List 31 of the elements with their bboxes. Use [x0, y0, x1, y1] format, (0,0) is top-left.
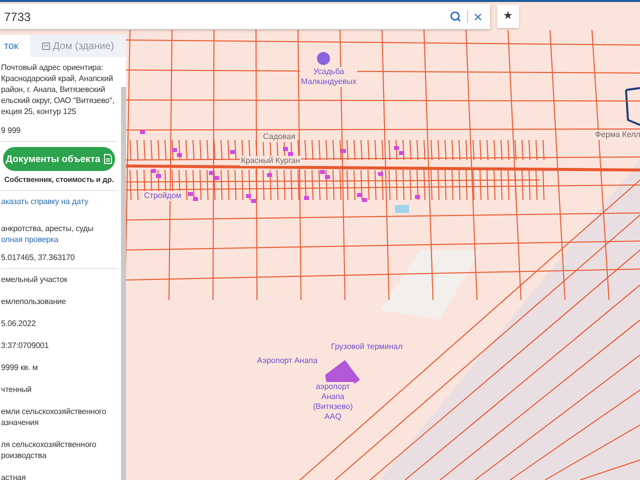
- building-icon: [42, 42, 50, 50]
- field-value: емли сельскохозяйственного азначения: [1, 406, 108, 428]
- field-value: емельный участок: [1, 274, 68, 285]
- address-text: Почтовый адрес ориентира: Краснодарский край, Анапский район, г. Анапа, Витязевский ельский округ, ОАО "Витязево", екция 25, контур 125: [1, 62, 116, 117]
- favorite-button[interactable]: ★: [497, 5, 519, 28]
- documents-button[interactable]: Документы объекта: [3, 147, 115, 171]
- field-value: 3:37:0709001: [1, 340, 50, 351]
- full-check-link[interactable]: олная проверка: [1, 234, 58, 245]
- map-label: Садовая: [262, 132, 296, 142]
- map-label: аэропорт Анапа (Витязево) AAQ: [312, 382, 354, 422]
- map-label: Грузовой терминал: [330, 342, 404, 352]
- map-label: Ферма Келл: [594, 130, 640, 140]
- checks-text: анкротства, аресты, суды: [1, 223, 94, 234]
- pin-icon: [317, 52, 330, 65]
- coordinates-text: 5.017465, 37.363170: [1, 252, 76, 263]
- field-value: чтенный: [1, 384, 33, 395]
- map-label: Красный Курган: [240, 156, 302, 166]
- map-label: Усадьба Малкандуевых: [300, 67, 358, 87]
- field-value: ля сельскохозяйственного роизводства: [1, 439, 98, 461]
- order-link[interactable]: аказать справку на дату: [1, 196, 88, 207]
- search-icon[interactable]: [450, 11, 461, 22]
- field-value: 5.06.2022: [1, 318, 37, 329]
- area-value: 9 999: [1, 125, 22, 136]
- field-value: емлепользование: [1, 296, 67, 307]
- search-field[interactable]: 7733: [0, 4, 490, 29]
- map-label: Стройдом: [143, 191, 182, 201]
- map-label: Аэропорт Анапа: [256, 356, 318, 366]
- field-value: 9999 кв. м: [1, 362, 39, 373]
- field-value: астная: [1, 472, 27, 480]
- close-icon[interactable]: [474, 12, 482, 20]
- document-icon: [104, 154, 112, 164]
